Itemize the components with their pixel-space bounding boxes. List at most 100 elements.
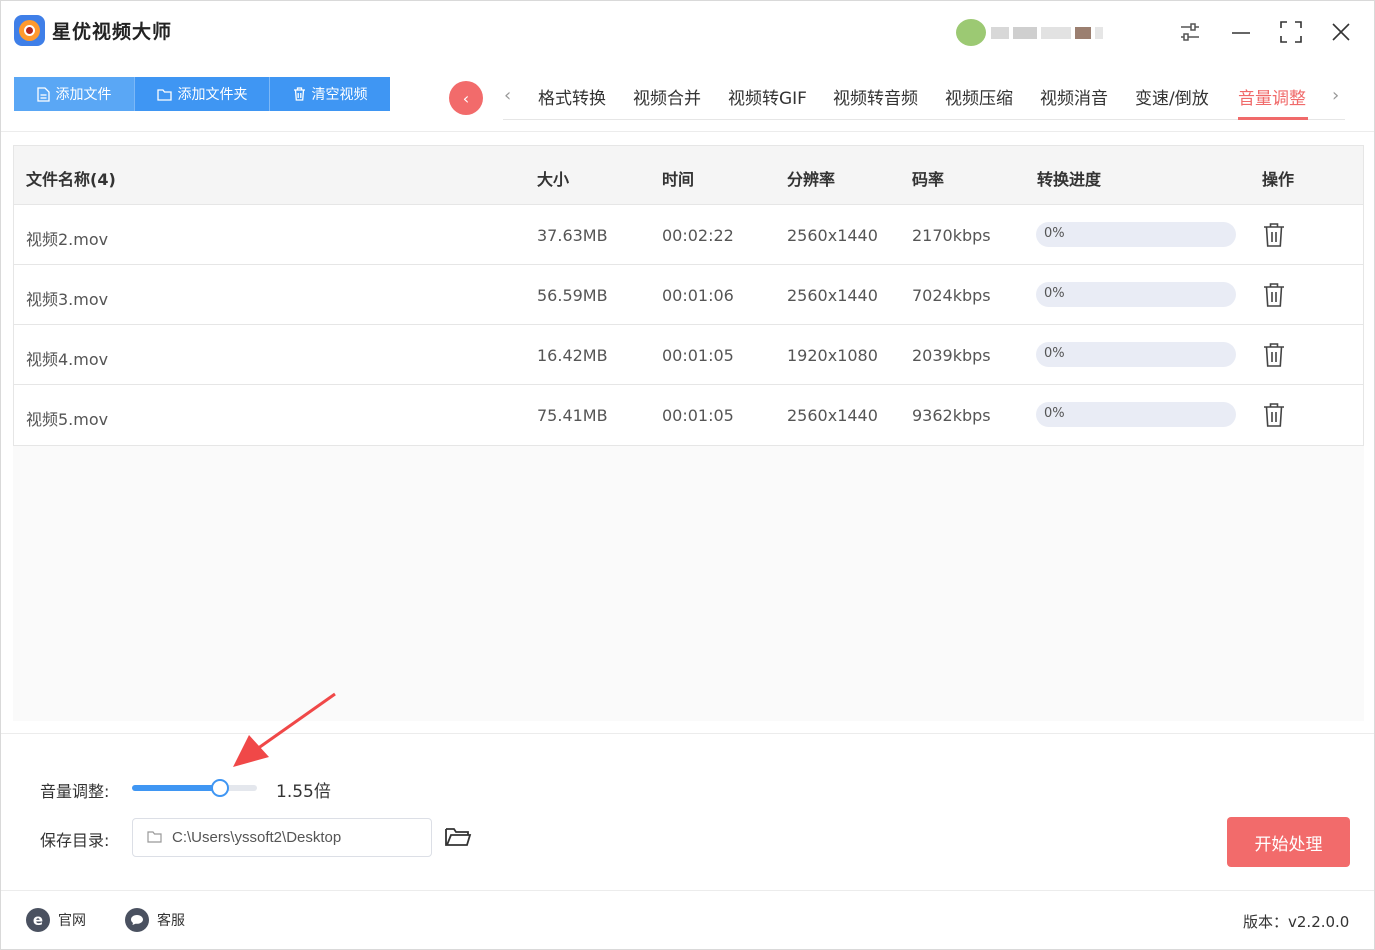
tab-speed-reverse[interactable]: 变速/倒放 [1135, 84, 1209, 109]
progress-text: 0% [1044, 346, 1065, 361]
cell-time: 00:01:05 [662, 346, 734, 365]
progress-text: 0% [1044, 226, 1065, 241]
document-icon [36, 86, 50, 102]
table-row[interactable]: 视频5.mov 75.41MB 00:01:05 2560x1440 9362k… [14, 385, 1363, 445]
website-link[interactable]: e 官网 [26, 908, 86, 932]
folder-icon [156, 88, 172, 101]
header-action: 操作 [1262, 170, 1295, 189]
save-dir-field[interactable]: C:\Users\yssoft2\Desktop [132, 818, 432, 857]
cell-time: 00:01:05 [662, 406, 734, 425]
header-bitrate: 码率 [912, 170, 945, 189]
trash-icon [1264, 403, 1284, 427]
slider-fill [132, 785, 220, 791]
delete-row-button[interactable] [1262, 402, 1286, 428]
cell-name: 视频2.mov [26, 230, 109, 249]
tab-volume-adjust[interactable]: 音量调整 [1238, 84, 1306, 109]
table-header: 文件名称(4) 大小 时间 分辨率 码率 转换进度 操作 [14, 146, 1363, 205]
cell-bitrate: 2170kbps [912, 226, 991, 245]
header-progress: 转换进度 [1037, 170, 1102, 189]
cell-size: 37.63MB [537, 226, 608, 245]
trash-icon [1264, 343, 1284, 367]
table-row[interactable]: 视频3.mov 56.59MB 00:01:06 2560x1440 7024k… [14, 265, 1363, 325]
table-row[interactable]: 视频2.mov 37.63MB 00:02:22 2560x1440 2170k… [14, 205, 1363, 265]
browse-folder-button[interactable] [444, 825, 472, 851]
progress-bar: 0% [1036, 282, 1236, 307]
trash-icon [293, 87, 305, 101]
chevron-left-icon: ‹ [462, 88, 470, 108]
chat-icon [125, 908, 149, 932]
version-text: 版本：v2.2.0.0 [1243, 913, 1350, 931]
divider [1, 131, 1374, 132]
cell-bitrate: 9362kbps [912, 406, 991, 425]
volume-slider[interactable] [132, 779, 257, 797]
minimize-icon[interactable] [1228, 19, 1254, 45]
tab-video-merge[interactable]: 视频合并 [633, 84, 701, 109]
maximize-icon[interactable] [1278, 19, 1304, 45]
cell-bitrate: 7024kbps [912, 286, 991, 305]
cell-name: 视频4.mov [26, 350, 109, 369]
file-list-area: 文件名称(4) 大小 时间 分辨率 码率 转换进度 操作 视频2.mov 37.… [13, 145, 1364, 721]
cell-time: 00:02:22 [662, 226, 734, 245]
file-toolbar: 添加文件 添加文件夹 清空视频 [14, 77, 390, 111]
back-button[interactable]: ‹ [449, 81, 483, 115]
progress-bar: 0% [1036, 342, 1236, 367]
tab-video-to-audio[interactable]: 视频转音频 [833, 84, 918, 109]
progress-text: 0% [1044, 286, 1065, 301]
settings-sliders-icon[interactable] [1177, 19, 1203, 45]
cell-name: 视频3.mov [26, 290, 109, 309]
tab-video-to-gif[interactable]: 视频转GIF [728, 84, 807, 109]
start-processing-button[interactable]: 开始处理 [1227, 817, 1350, 867]
support-label: 客服 [157, 913, 185, 929]
folder-icon [147, 831, 162, 843]
app-window: 星优视频大师 添加文件 添加文件夹 清空视频 ‹ ‹ › 格式转换 视频合并 视… [0, 0, 1375, 950]
cell-resolution: 2560x1440 [787, 406, 878, 425]
header-time: 时间 [662, 170, 695, 189]
user-account[interactable] [951, 19, 1156, 46]
feature-tabs: 格式转换 视频合并 视频转GIF 视频转音频 视频压缩 视频消音 变速/倒放 音… [503, 79, 1345, 120]
add-file-label: 添加文件 [55, 87, 112, 103]
add-file-button[interactable]: 添加文件 [14, 77, 135, 111]
save-dir-label: 保存目录: [40, 831, 110, 850]
header-size: 大小 [537, 170, 570, 189]
avatar[interactable] [956, 19, 986, 46]
ie-icon: e [26, 908, 50, 932]
delete-row-button[interactable] [1262, 222, 1286, 248]
active-tab-indicator [1238, 117, 1308, 120]
title-bar: 星优视频大师 [1, 1, 1374, 61]
delete-row-button[interactable] [1262, 342, 1286, 368]
slider-handle[interactable] [210, 779, 229, 797]
cell-time: 00:01:06 [662, 286, 734, 305]
tab-video-compress[interactable]: 视频压缩 [945, 84, 1013, 109]
website-label: 官网 [58, 913, 86, 929]
save-dir-value: C:\Users\yssoft2\Desktop [172, 829, 342, 846]
progress-text: 0% [1044, 406, 1065, 421]
delete-row-button[interactable] [1262, 282, 1286, 308]
trash-icon [1264, 223, 1284, 247]
cell-resolution: 2560x1440 [787, 226, 878, 245]
header-resolution: 分辨率 [787, 170, 836, 189]
cell-size: 75.41MB [537, 406, 608, 425]
clear-videos-label: 清空视频 [311, 87, 368, 103]
tab-video-mute[interactable]: 视频消音 [1040, 84, 1108, 109]
cell-resolution: 1920x1080 [787, 346, 878, 365]
trash-icon [1264, 283, 1284, 307]
header-name: 文件名称(4) [26, 170, 116, 189]
progress-bar: 0% [1036, 222, 1236, 247]
file-table: 文件名称(4) 大小 时间 分辨率 码率 转换进度 操作 视频2.mov 37.… [13, 145, 1364, 446]
folder-open-icon [445, 828, 472, 846]
progress-bar: 0% [1036, 402, 1236, 427]
volume-label: 音量调整: [40, 782, 110, 801]
volume-value: 1.55倍 [276, 782, 331, 802]
clear-videos-button[interactable]: 清空视频 [270, 77, 390, 111]
add-folder-button[interactable]: 添加文件夹 [135, 77, 270, 111]
cell-size: 16.42MB [537, 346, 608, 365]
cell-resolution: 2560x1440 [787, 286, 878, 305]
table-row[interactable]: 视频4.mov 16.42MB 00:01:05 1920x1080 2039k… [14, 325, 1363, 385]
app-logo-icon [14, 15, 45, 46]
support-link[interactable]: 客服 [125, 908, 185, 932]
tab-format-convert[interactable]: 格式转换 [538, 84, 606, 109]
cell-size: 56.59MB [537, 286, 608, 305]
divider [1, 733, 1374, 734]
add-folder-label: 添加文件夹 [177, 87, 248, 103]
close-icon[interactable] [1328, 19, 1354, 45]
